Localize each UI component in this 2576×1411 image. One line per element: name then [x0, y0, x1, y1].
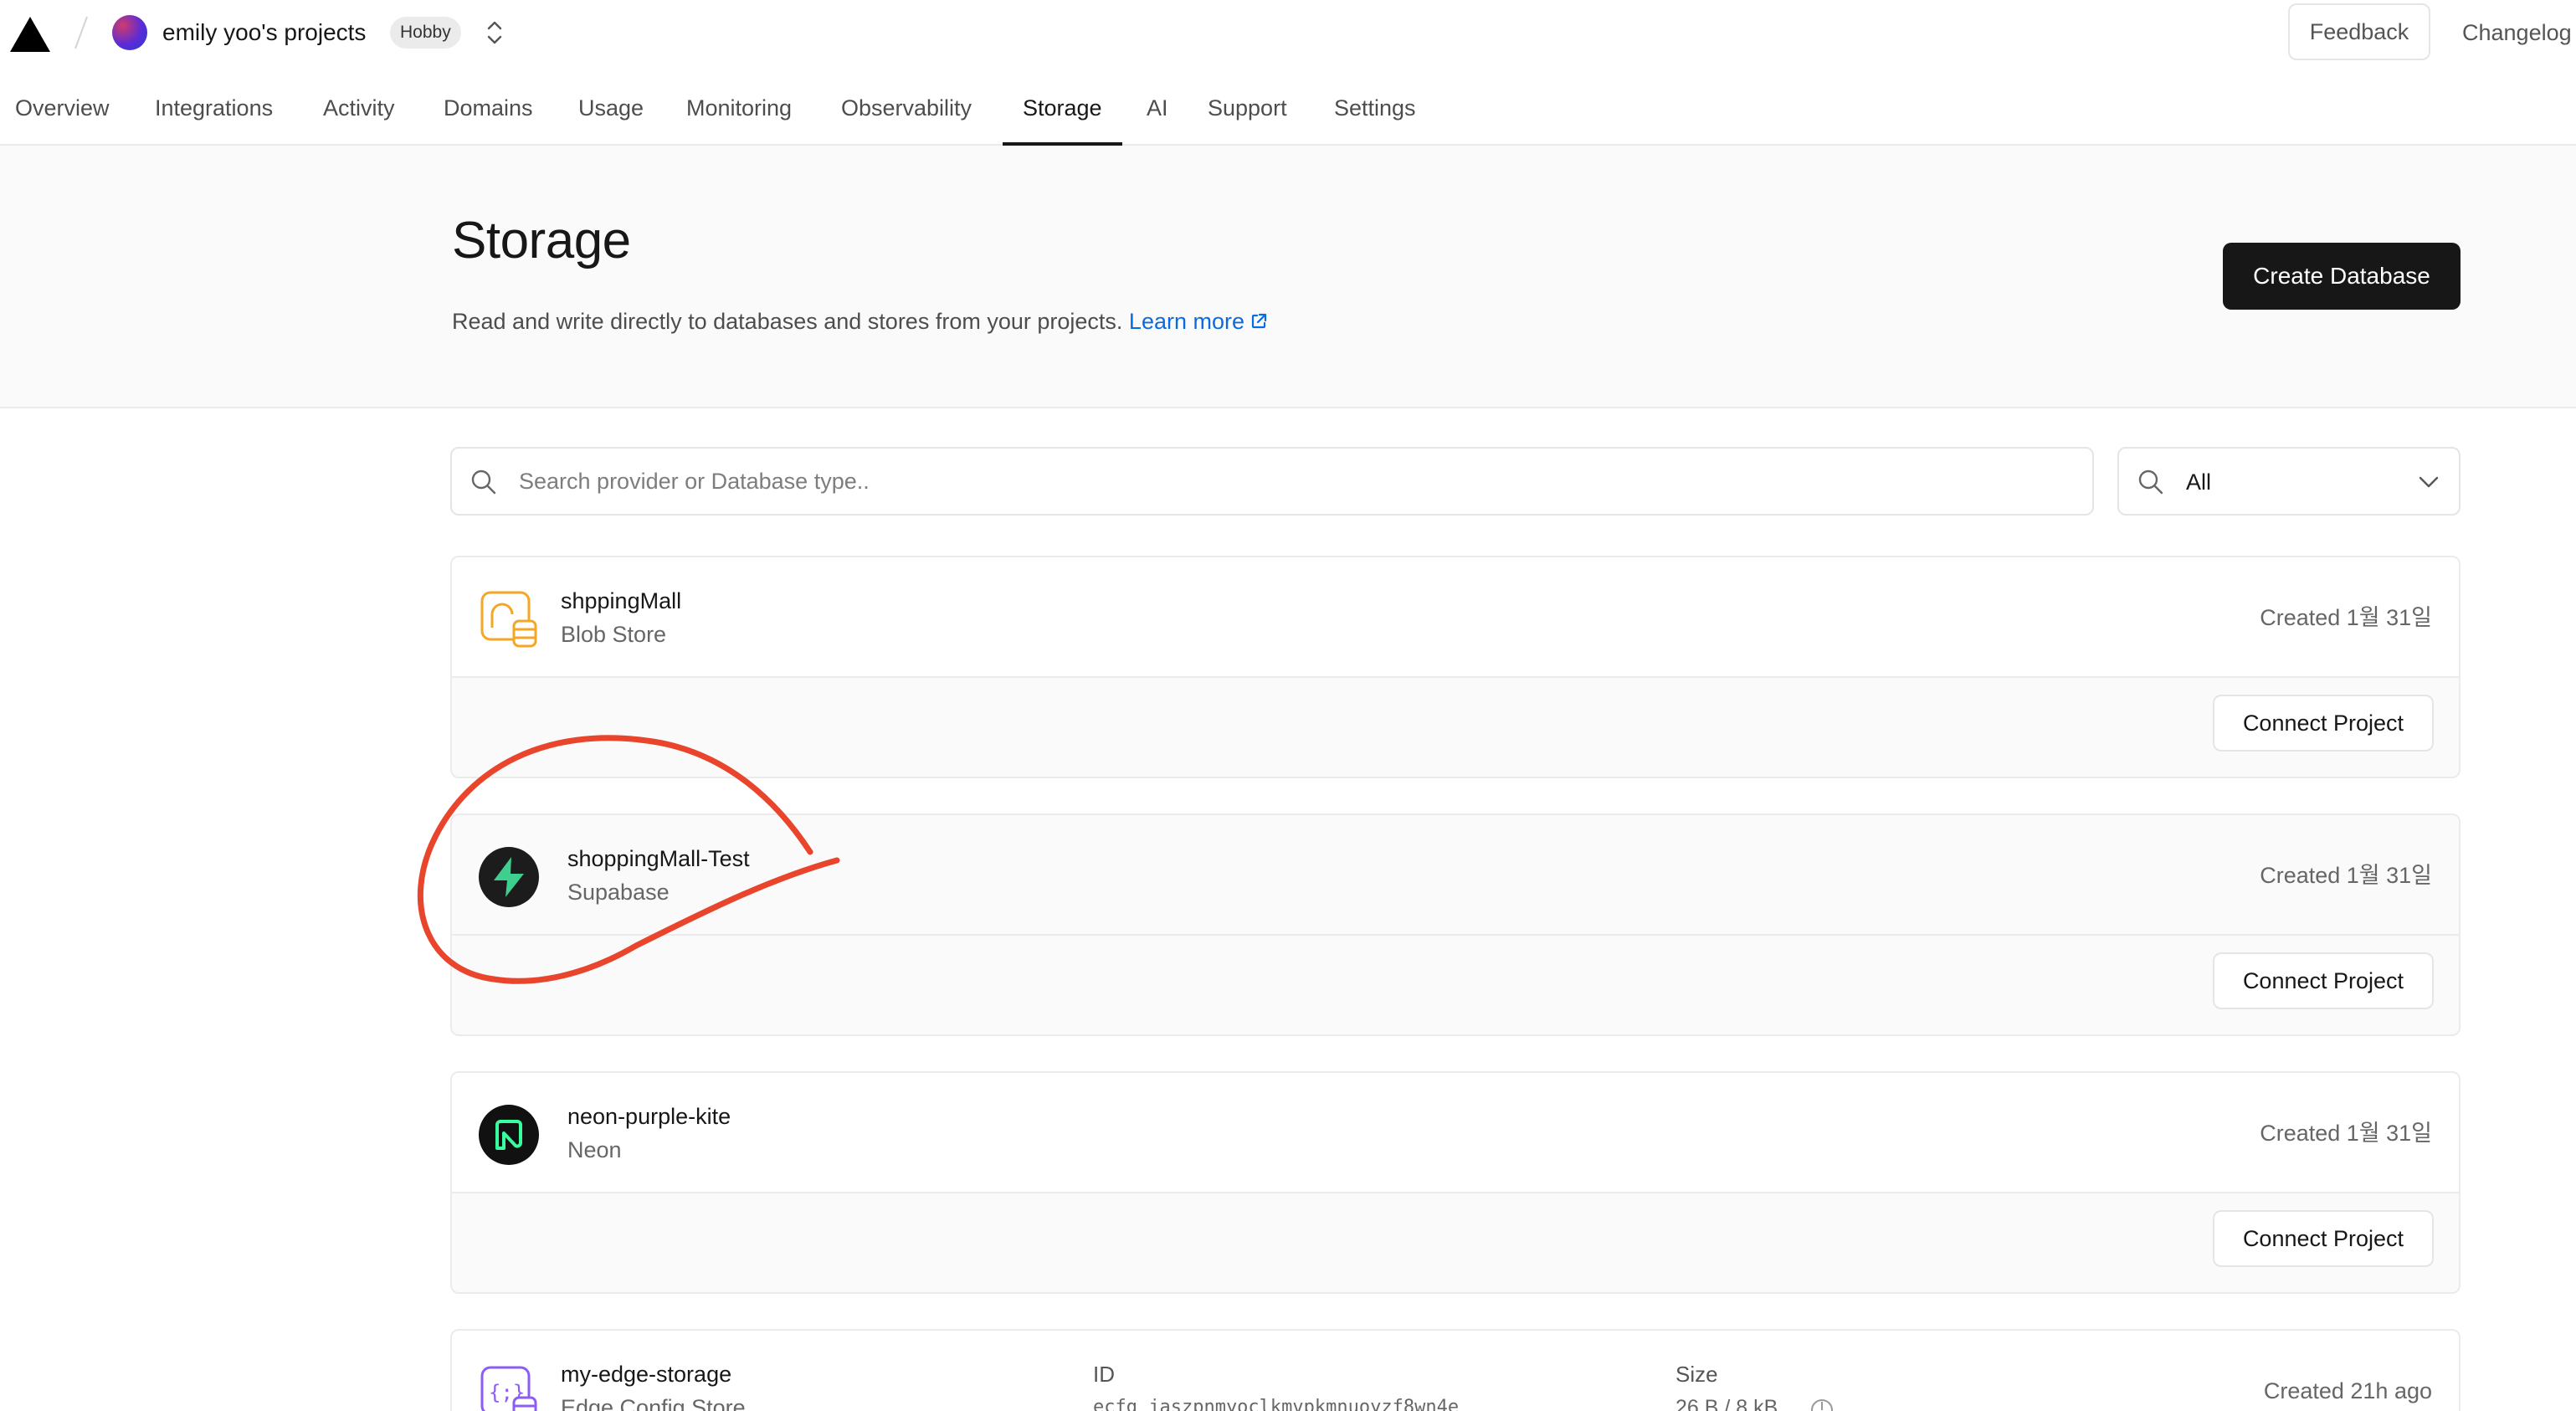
tab-overview[interactable]: Overview [15, 80, 110, 146]
learn-more-label: Learn more [1128, 309, 1244, 334]
store-size-value: 26 B / 8 kB [1675, 1396, 1778, 1411]
store-card: shoppingMall-Test Supabase Created 1월 31… [450, 813, 2461, 1036]
store-name: neon-purple-kite [567, 1104, 731, 1129]
learn-more-link[interactable]: Learn more [1129, 309, 1268, 334]
tab-ai[interactable]: AI [1147, 80, 1168, 146]
tab-observability[interactable]: Observability [841, 80, 972, 146]
tab-domains[interactable]: Domains [444, 80, 533, 146]
store-card[interactable]: {;} my-edge-storage Edge Config Store ID… [450, 1329, 2461, 1411]
nav-tabs: Overview Integrations Activity Domains U… [0, 80, 2576, 146]
connect-project-button[interactable]: Connect Project [2213, 1210, 2434, 1267]
connect-project-button[interactable]: Connect Project [2213, 695, 2434, 752]
chevron-down-icon [2419, 476, 2439, 488]
page-description: Read and write directly to databases and… [452, 306, 1268, 336]
search-box[interactable] [450, 447, 2094, 516]
changelog-link[interactable]: Changelog [2462, 17, 2572, 49]
page-title: Storage [452, 212, 631, 269]
tab-settings[interactable]: Settings [1334, 80, 1416, 146]
tab-monitoring[interactable]: Monitoring [686, 80, 792, 146]
store-name: my-edge-storage [561, 1362, 732, 1387]
store-card-header[interactable]: neon-purple-kite Neon Created 1월 31일 [452, 1073, 2459, 1193]
supabase-icon [479, 847, 539, 907]
tab-storage[interactable]: Storage [1003, 80, 1122, 146]
store-created: Created 1월 31일 [2260, 605, 2432, 630]
create-database-button[interactable]: Create Database [2223, 243, 2461, 310]
store-name: shoppingMall-Test [567, 846, 750, 871]
neon-icon [479, 1105, 539, 1165]
blob-store-icon [480, 591, 537, 648]
store-created: Created 1월 31일 [2260, 1121, 2432, 1146]
store-size-label: Size [1675, 1362, 1718, 1387]
filter-selected-value: All [2186, 469, 2212, 495]
store-id-value: ecfg_jaszpnmyoclkmvpkmnuoyzf8wn4e [1093, 1397, 1460, 1411]
page-header: Storage Read and write directly to datab… [0, 146, 2576, 408]
search-icon [2138, 469, 2163, 495]
store-type: Supabase [567, 880, 670, 905]
store-created: Created 1월 31일 [2260, 863, 2432, 888]
separator-slash-icon [74, 16, 88, 49]
team-avatar[interactable] [112, 15, 147, 50]
type-filter-select[interactable]: All [2117, 447, 2461, 516]
tab-usage[interactable]: Usage [578, 80, 644, 146]
store-created: Created 21h ago [2263, 1378, 2432, 1403]
tab-activity[interactable]: Activity [323, 80, 395, 146]
store-card-header[interactable]: shoppingMall-Test Supabase Created 1월 31… [452, 815, 2459, 936]
store-type: Blob Store [561, 622, 667, 647]
store-type: Neon [567, 1137, 622, 1162]
store-id-label: ID [1093, 1362, 1115, 1387]
chevron-up-down-icon[interactable] [484, 18, 505, 47]
usage-gauge-icon [1811, 1399, 1833, 1411]
tab-integrations[interactable]: Integrations [155, 80, 273, 146]
tab-support[interactable]: Support [1208, 80, 1287, 146]
store-card: shppingMall Blob Store Created 1월 31일 Co… [450, 556, 2461, 778]
external-link-icon [1251, 313, 1267, 329]
search-icon [471, 469, 496, 495]
team-name[interactable]: emily yoo's projects [162, 17, 366, 49]
feedback-button[interactable]: Feedback [2288, 3, 2430, 60]
store-name: shppingMall [561, 588, 682, 613]
top-bar: emily yoo's projects Hobby Feedback Chan… [0, 0, 2576, 65]
plan-badge: Hobby [390, 17, 461, 49]
connect-project-button[interactable]: Connect Project [2213, 952, 2434, 1009]
store-type: Edge Config Store [561, 1395, 746, 1411]
edge-config-icon: {;} [480, 1366, 537, 1411]
store-card-header[interactable]: shppingMall Blob Store Created 1월 31일 [452, 557, 2459, 678]
description-text: Read and write directly to databases and… [452, 309, 1123, 334]
store-card: neon-purple-kite Neon Created 1월 31일 Con… [450, 1071, 2461, 1294]
search-input[interactable] [519, 449, 2076, 514]
vercel-logo-icon[interactable] [8, 15, 52, 54]
